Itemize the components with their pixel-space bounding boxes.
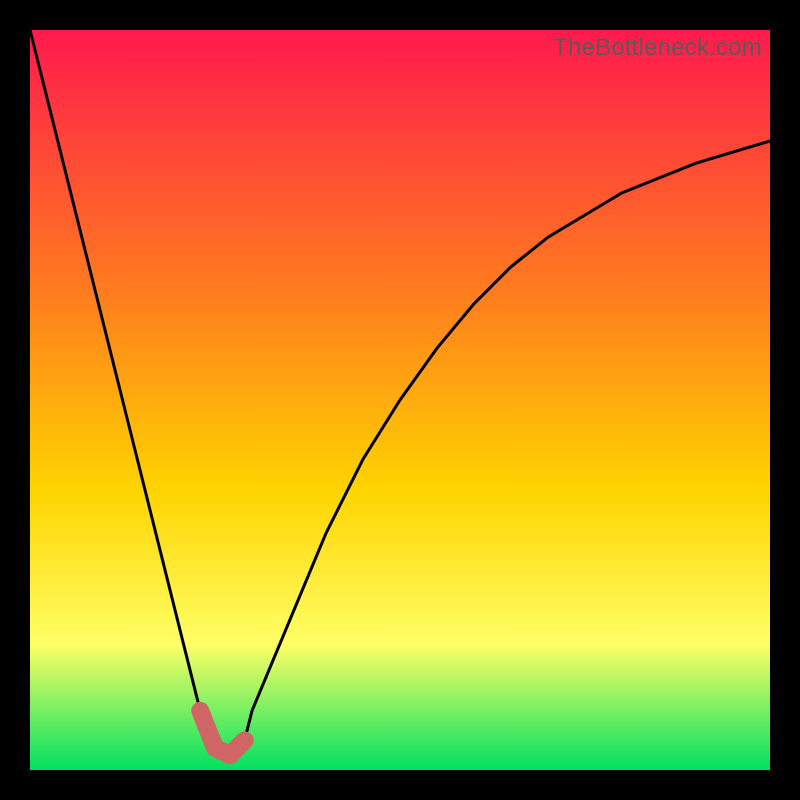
chart-frame: TheBottleneck.com — [30, 30, 770, 770]
watermark-text: TheBottleneck.com — [553, 34, 762, 62]
bottleneck-plot — [30, 30, 770, 770]
